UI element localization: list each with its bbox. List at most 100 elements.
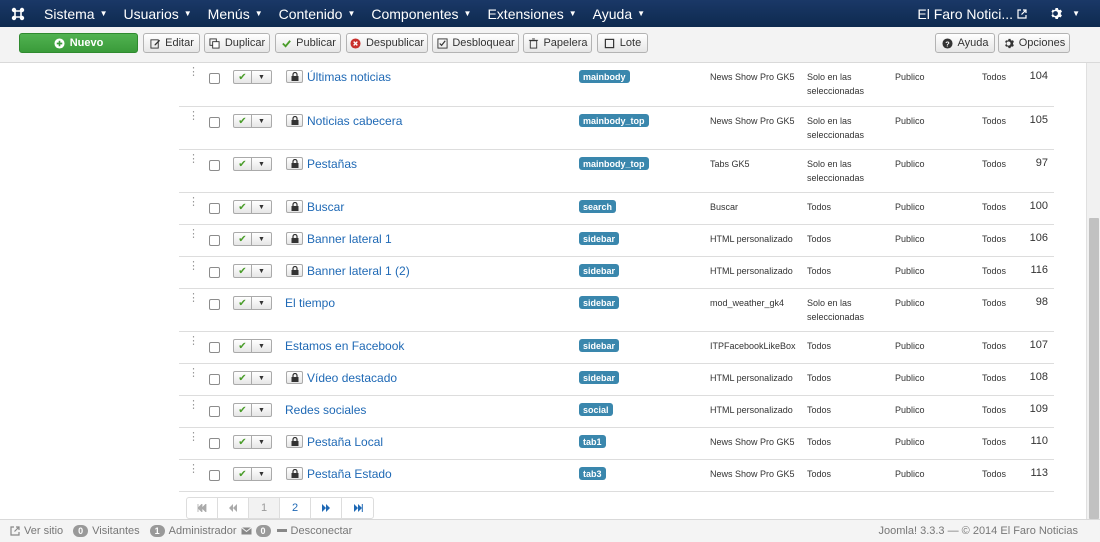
duplicate-button[interactable]: Duplicar: [204, 33, 270, 53]
caret-down-icon[interactable]: ▼: [252, 114, 272, 128]
menu-ayuda[interactable]: Ayuda ▼: [585, 0, 653, 27]
module-title-link[interactable]: Estamos en Facebook: [285, 339, 404, 353]
check-icon[interactable]: ✔: [233, 264, 252, 278]
publish-status-toggle[interactable]: ✔ ▼: [233, 403, 273, 417]
check-icon[interactable]: ✔: [233, 157, 252, 171]
row-checkbox[interactable]: [209, 342, 220, 353]
check-icon[interactable]: ✔: [233, 371, 252, 385]
row-checkbox[interactable]: [209, 203, 220, 214]
drag-handle-icon[interactable]: ⋮: [188, 229, 199, 240]
check-icon[interactable]: ✔: [233, 70, 252, 84]
view-site-link[interactable]: Ver sitio: [10, 525, 63, 537]
drag-handle-icon[interactable]: ⋮: [188, 368, 199, 379]
drag-handle-icon[interactable]: ⋮: [188, 336, 199, 347]
drag-handle-icon[interactable]: ⋮: [188, 154, 199, 165]
drag-handle-icon[interactable]: ⋮: [188, 293, 199, 304]
help-button[interactable]: ? Ayuda: [935, 33, 995, 53]
row-checkbox[interactable]: [209, 438, 220, 449]
publish-status-toggle[interactable]: ✔ ▼: [233, 371, 273, 385]
menu-menus[interactable]: Menús ▼: [200, 0, 271, 27]
row-checkbox[interactable]: [209, 406, 220, 417]
module-title-link[interactable]: Últimas noticias: [307, 70, 391, 84]
lock-icon[interactable]: [286, 70, 303, 83]
drag-handle-icon[interactable]: ⋮: [188, 197, 199, 208]
lock-icon[interactable]: [286, 467, 303, 480]
lock-icon[interactable]: [286, 264, 303, 277]
module-title-link[interactable]: Vídeo destacado: [307, 371, 397, 385]
row-checkbox[interactable]: [209, 299, 220, 310]
caret-down-icon[interactable]: ▼: [252, 264, 272, 278]
check-icon[interactable]: ✔: [233, 296, 252, 310]
module-title-link[interactable]: Buscar: [307, 200, 344, 214]
publish-status-toggle[interactable]: ✔ ▼: [233, 200, 273, 214]
options-button[interactable]: Opciones: [998, 33, 1070, 53]
lock-icon[interactable]: [286, 435, 303, 448]
row-checkbox[interactable]: [209, 470, 220, 481]
page-1-button[interactable]: 1: [249, 498, 280, 518]
drag-handle-icon[interactable]: ⋮: [188, 261, 199, 272]
publish-status-toggle[interactable]: ✔ ▼: [233, 264, 273, 278]
caret-down-icon[interactable]: ▼: [252, 339, 272, 353]
caret-down-icon[interactable]: ▼: [252, 70, 272, 84]
module-title-link[interactable]: Pestaña Estado: [307, 467, 392, 481]
check-icon[interactable]: ✔: [233, 435, 252, 449]
lock-icon[interactable]: [286, 200, 303, 213]
caret-down-icon[interactable]: ▼: [252, 403, 272, 417]
module-title-link[interactable]: Banner lateral 1 (2): [307, 264, 410, 278]
module-title-link[interactable]: Redes sociales: [285, 403, 366, 417]
lock-icon[interactable]: [286, 114, 303, 127]
page-2-button[interactable]: 2: [280, 498, 311, 518]
menu-usuarios[interactable]: Usuarios ▼: [116, 0, 200, 27]
row-checkbox[interactable]: [209, 235, 220, 246]
caret-down-icon[interactable]: ▼: [252, 232, 272, 246]
check-icon[interactable]: ✔: [233, 339, 252, 353]
row-checkbox[interactable]: [209, 267, 220, 278]
publish-status-toggle[interactable]: ✔ ▼: [233, 296, 273, 310]
drag-handle-icon[interactable]: ⋮: [188, 400, 199, 411]
messages-indicator[interactable]: 0: [240, 525, 271, 537]
publish-status-toggle[interactable]: ✔ ▼: [233, 232, 273, 246]
publish-status-toggle[interactable]: ✔ ▼: [233, 114, 273, 128]
publish-button[interactable]: Publicar: [275, 33, 341, 53]
module-title-link[interactable]: El tiempo: [285, 296, 335, 310]
row-checkbox[interactable]: [209, 117, 220, 128]
module-title-link[interactable]: Noticias cabecera: [307, 114, 402, 128]
caret-down-icon[interactable]: ▼: [252, 371, 272, 385]
drag-handle-icon[interactable]: ⋮: [188, 67, 199, 78]
menu-contenido[interactable]: Contenido ▼: [271, 0, 364, 27]
lock-icon[interactable]: [286, 232, 303, 245]
row-checkbox[interactable]: [209, 73, 220, 84]
new-button[interactable]: Nuevo: [19, 33, 138, 53]
check-icon[interactable]: ✔: [233, 403, 252, 417]
publish-status-toggle[interactable]: ✔ ▼: [233, 157, 273, 171]
row-checkbox[interactable]: [209, 160, 220, 171]
first-page-button[interactable]: [187, 498, 218, 518]
menu-sistema[interactable]: Sistema ▼: [36, 0, 116, 27]
drag-handle-icon[interactable]: ⋮: [188, 111, 199, 122]
trash-button[interactable]: Papelera: [523, 33, 592, 53]
module-title-link[interactable]: Banner lateral 1: [307, 232, 392, 246]
next-page-button[interactable]: [311, 498, 342, 518]
publish-status-toggle[interactable]: ✔ ▼: [233, 467, 273, 481]
caret-down-icon[interactable]: ▼: [252, 435, 272, 449]
caret-down-icon[interactable]: ▼: [252, 467, 272, 481]
check-icon[interactable]: ✔: [233, 467, 252, 481]
scrollbar-thumb[interactable]: [1089, 218, 1099, 519]
publish-status-toggle[interactable]: ✔ ▼: [233, 339, 273, 353]
drag-handle-icon[interactable]: ⋮: [188, 464, 199, 475]
edit-button[interactable]: Editar: [143, 33, 200, 53]
prev-page-button[interactable]: [218, 498, 249, 518]
unpublish-button[interactable]: Despublicar: [346, 33, 428, 53]
publish-status-toggle[interactable]: ✔ ▼: [233, 70, 273, 84]
joomla-logo-icon[interactable]: [0, 0, 36, 27]
menu-extensiones[interactable]: Extensiones ▼: [479, 0, 584, 27]
vertical-scrollbar[interactable]: [1086, 63, 1100, 519]
lock-icon[interactable]: [286, 157, 303, 170]
publish-status-toggle[interactable]: ✔ ▼: [233, 435, 273, 449]
caret-down-icon[interactable]: ▼: [252, 157, 272, 171]
logout-link[interactable]: Desconectar: [276, 525, 352, 537]
unlock-button[interactable]: Desbloquear: [432, 33, 519, 53]
module-title-link[interactable]: Pestaña Local: [307, 435, 383, 449]
check-icon[interactable]: ✔: [233, 232, 252, 246]
lock-icon[interactable]: [286, 371, 303, 384]
